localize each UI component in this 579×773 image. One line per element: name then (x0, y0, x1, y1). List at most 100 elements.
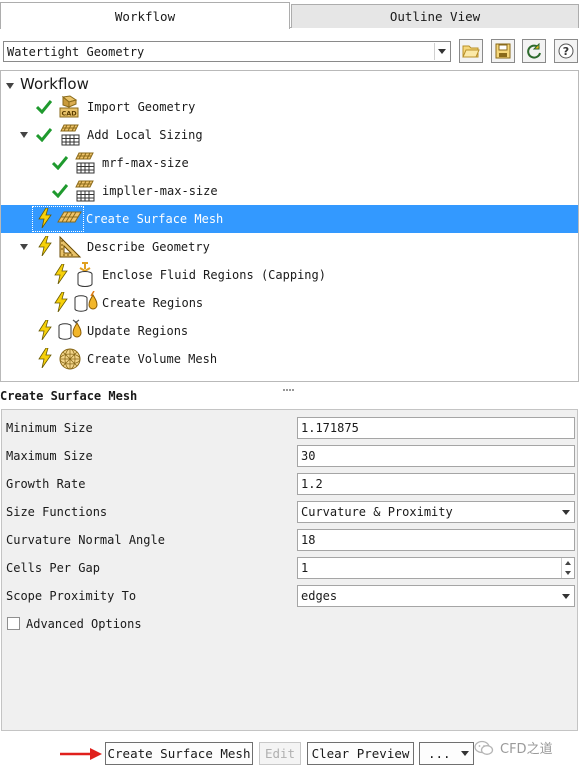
pointer-arrow-icon (60, 748, 102, 760)
sphere-mesh-icon (58, 347, 82, 371)
chevron-down-icon (461, 751, 469, 756)
splitter-handle[interactable] (283, 380, 297, 391)
tree-item-label: Import Geometry (87, 100, 196, 114)
maximum-size-input[interactable]: 30 (297, 445, 575, 467)
button-label: ... (428, 746, 451, 761)
tree-item-label: mrf-max-size (102, 156, 189, 170)
advanced-options-checkbox[interactable] (7, 617, 20, 630)
more-options-button[interactable]: ... (419, 742, 474, 765)
tree-item-label: Create Volume Mesh (87, 352, 218, 366)
workflow-tree: Workflow CAD Import Geometry Add Local S… (0, 70, 579, 382)
tree-item-label: Describe Geometry (87, 240, 210, 254)
lightning-icon (36, 208, 54, 228)
expand-toggle-icon[interactable] (19, 130, 29, 140)
property-label: Scope Proximity To (6, 589, 137, 603)
chevron-down-icon[interactable] (559, 503, 573, 521)
mesh-grid-icon (73, 151, 97, 175)
check-icon (35, 126, 53, 144)
minimum-size-input[interactable]: 1.171875 (297, 417, 575, 439)
size-functions-select[interactable]: Curvature & Proximity (297, 501, 575, 523)
watermark: CFD之道 (474, 738, 553, 757)
property-label: Growth Rate (6, 477, 86, 491)
check-icon (51, 182, 69, 200)
panel-title: Create Surface Mesh (0, 389, 138, 403)
check-icon (51, 154, 69, 172)
tree-item-import-geometry[interactable]: CAD Import Geometry (1, 93, 578, 121)
button-label: Clear Preview (311, 746, 410, 761)
open-folder-button[interactable] (459, 39, 483, 63)
chevron-down-icon[interactable] (559, 587, 573, 605)
check-icon (35, 98, 53, 116)
tree-item-label: Add Local Sizing (87, 128, 203, 142)
property-value: 30 (301, 449, 316, 463)
tab-workflow[interactable]: Workflow (0, 2, 290, 29)
save-button[interactable] (491, 39, 515, 63)
tree-item-describe-geometry[interactable]: Describe Geometry (1, 233, 578, 261)
expand-toggle-icon[interactable] (19, 242, 29, 252)
tree-item-label: Update Regions (87, 324, 189, 338)
cylinder-drop-icon (57, 319, 82, 343)
property-row-cells-per-gap: Cells Per Gap 1 (2, 554, 577, 582)
curvature-normal-angle-input[interactable]: 18 (297, 529, 575, 551)
property-label: Maximum Size (6, 449, 93, 463)
tab-outline-view-label: Outline View (389, 9, 481, 24)
spin-down-icon[interactable] (562, 568, 574, 578)
tree-item-create-volume-mesh[interactable]: Create Volume Mesh (1, 345, 578, 373)
action-bar: Create Surface Mesh Edit Clear Preview .… (0, 734, 579, 773)
advanced-options-label[interactable]: Advanced Options (26, 617, 142, 631)
property-row-maximum-size: Maximum Size 30 (2, 442, 577, 470)
lightning-icon (36, 236, 54, 256)
wechat-logo-icon (474, 740, 494, 755)
button-label: Edit (264, 746, 296, 761)
property-row-scope-proximity-to: Scope Proximity To edges (2, 582, 577, 610)
watermark-text: CFD之道 (500, 742, 553, 757)
mesh-grid-icon (73, 179, 97, 203)
chevron-down-icon[interactable] (434, 43, 449, 60)
button-label: Create Surface Mesh (107, 746, 251, 761)
cad-import-icon: CAD (58, 95, 82, 119)
property-label: Size Functions (6, 505, 108, 519)
tree-item-label: impller-max-size (102, 184, 218, 198)
cells-per-gap-stepper[interactable]: 1 (297, 557, 575, 579)
tree-root-label: Workflow (20, 75, 89, 93)
tree-item-update-regions[interactable]: Update Regions (1, 317, 578, 345)
advanced-options-row: Advanced Options (2, 610, 577, 638)
clear-preview-button[interactable]: Clear Preview (307, 742, 414, 765)
tab-outline-view[interactable]: Outline View (291, 4, 579, 28)
tree-item-enclose-fluid-regions[interactable]: Enclose Fluid Regions (Capping) (1, 261, 578, 289)
tree-item-add-local-sizing[interactable]: Add Local Sizing (1, 121, 578, 149)
property-row-minimum-size: Minimum Size 1.171875 (2, 414, 577, 442)
growth-rate-input[interactable]: 1.2 (297, 473, 575, 495)
lightning-icon (36, 320, 54, 340)
mesh-grid-icon (58, 123, 82, 147)
edit-button[interactable]: Edit (259, 742, 301, 765)
property-value: 18 (301, 533, 316, 547)
expand-toggle-icon[interactable] (5, 81, 15, 91)
workflow-type-value: Watertight Geometry (7, 44, 145, 59)
spin-up-icon[interactable] (562, 558, 574, 568)
property-label: Cells Per Gap (6, 561, 100, 575)
svg-text:CAD: CAD (62, 110, 78, 118)
tree-item-create-regions[interactable]: Create Regions (1, 289, 578, 317)
create-surface-mesh-button[interactable]: Create Surface Mesh (105, 742, 253, 765)
workflow-toolbar: Watertight Geometry ? (0, 28, 579, 74)
tree-item-create-surface-mesh[interactable]: Create Surface Mesh (1, 205, 578, 233)
lightning-icon (52, 264, 70, 284)
property-value: 1.2 (301, 477, 323, 491)
properties-panel: Minimum Size 1.171875 Maximum Size 30 Gr… (1, 409, 578, 731)
tree-item-impller-max-size[interactable]: impller-max-size (1, 177, 578, 205)
property-label: Curvature Normal Angle (6, 533, 165, 547)
tree-item-label: Enclose Fluid Regions (Capping) (102, 268, 326, 282)
tree-item-label: Create Surface Mesh (86, 212, 224, 226)
property-value: 1 (301, 561, 309, 575)
property-value: 1.171875 (301, 421, 359, 435)
help-button[interactable]: ? (554, 39, 578, 63)
scope-proximity-select[interactable]: edges (297, 585, 575, 607)
refresh-button[interactable] (522, 39, 546, 63)
tree-item-mrf-max-size[interactable]: mrf-max-size (1, 149, 578, 177)
workflow-type-select[interactable]: Watertight Geometry (3, 41, 451, 62)
lightning-icon (36, 348, 54, 368)
surface-mesh-icon (57, 208, 82, 232)
help-glyph: ? (562, 44, 570, 58)
set-square-icon (58, 235, 82, 259)
